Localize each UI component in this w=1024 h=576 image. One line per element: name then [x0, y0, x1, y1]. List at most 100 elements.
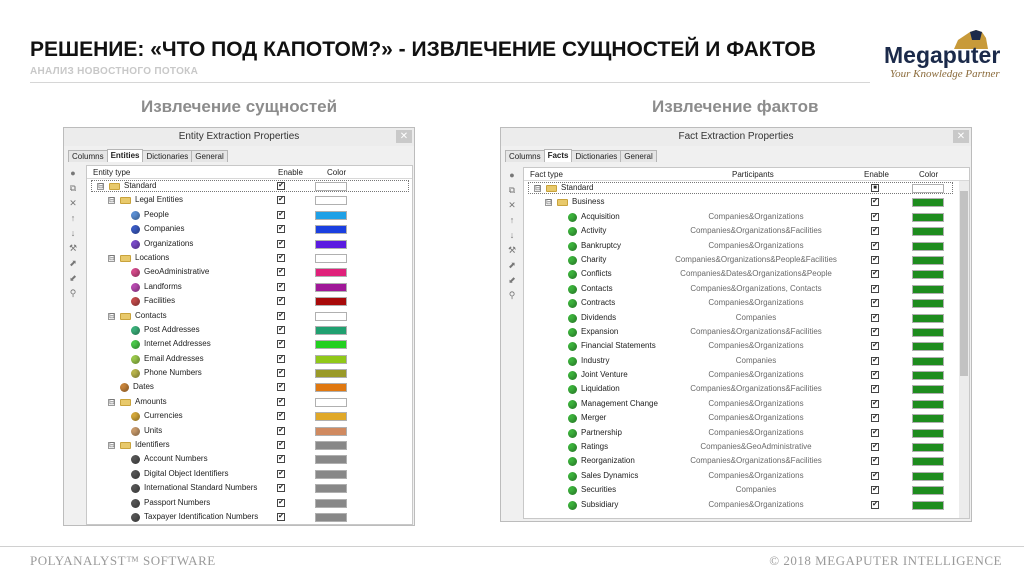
column-header-enable[interactable]: Enable: [864, 168, 889, 181]
enable-checkbox[interactable]: ✔: [277, 210, 285, 219]
move-up-icon[interactable]: ↑: [64, 211, 82, 226]
color-swatch[interactable]: [315, 455, 347, 465]
enable-checkbox[interactable]: ✔: [871, 500, 879, 509]
enable-checkbox[interactable]: ✔: [871, 471, 879, 480]
enable-checkbox[interactable]: ✔: [871, 270, 879, 279]
color-swatch[interactable]: [315, 354, 347, 364]
color-swatch[interactable]: [912, 471, 944, 481]
enable-checkbox[interactable]: ✔: [871, 313, 879, 322]
copy-icon[interactable]: ⧉: [64, 181, 82, 196]
tree-row[interactable]: Joint Venture Companies&Organizations ✔: [524, 368, 969, 382]
color-swatch[interactable]: [315, 441, 347, 451]
color-swatch[interactable]: [912, 270, 944, 280]
tab-columns[interactable]: Columns: [505, 150, 545, 162]
enable-checkbox[interactable]: ✔: [277, 484, 285, 493]
color-swatch[interactable]: [315, 484, 347, 494]
color-swatch[interactable]: [315, 210, 347, 220]
tree-row[interactable]: Contacts Companies&Organizations, Contact…: [524, 282, 969, 296]
tree-row[interactable]: Digital Object Identifiers ✔: [87, 467, 412, 481]
import-icon[interactable]: ⬈: [64, 256, 82, 271]
tree-row[interactable]: Taxpayer Identification Numbers ✔: [87, 510, 412, 524]
tree-row[interactable]: Landforms ✔: [87, 280, 412, 294]
enable-checkbox[interactable]: ✔: [871, 327, 879, 336]
enable-checkbox[interactable]: ✔: [871, 255, 879, 264]
enable-checkbox[interactable]: ✔: [277, 455, 285, 464]
color-swatch[interactable]: [912, 212, 944, 222]
color-swatch[interactable]: [912, 284, 944, 294]
enable-checkbox[interactable]: ✔: [871, 356, 879, 365]
color-swatch[interactable]: [912, 371, 944, 381]
color-swatch[interactable]: [912, 385, 944, 395]
tree-row[interactable]: Contracts Companies&Organizations ✔: [524, 296, 969, 310]
add-icon[interactable]: ●: [503, 168, 521, 183]
color-swatch[interactable]: [912, 457, 944, 467]
tree-row[interactable]: ⊟ Contacts ✔: [87, 309, 412, 323]
move-up-icon[interactable]: ↑: [503, 213, 521, 228]
tree-row[interactable]: Reorganization Companies&Organizations&Fa…: [524, 454, 969, 468]
column-header-participants[interactable]: Participants: [732, 168, 774, 181]
enable-checkbox[interactable]: ✔: [871, 371, 879, 380]
export-icon[interactable]: ⬋: [64, 271, 82, 286]
enable-checkbox[interactable]: ✔: [871, 212, 879, 221]
color-swatch[interactable]: [315, 253, 347, 263]
enable-checkbox[interactable]: ✔: [277, 297, 285, 306]
enable-checkbox[interactable]: ✔: [871, 299, 879, 308]
tree-row[interactable]: Ratings Companies&GeoAdministrative ✔: [524, 440, 969, 454]
tree-row[interactable]: Passport Numbers ✔: [87, 496, 412, 510]
tree-row[interactable]: Internet Addresses ✔: [87, 337, 412, 351]
tree-row[interactable]: Management Change Companies&Organizations…: [524, 397, 969, 411]
enable-checkbox[interactable]: ✔: [277, 354, 285, 363]
enable-checkbox[interactable]: ✔: [871, 443, 879, 452]
tree-row[interactable]: ⊟ Identifiers ✔: [87, 438, 412, 452]
tree-row[interactable]: Post Addresses ✔: [87, 323, 412, 337]
color-swatch[interactable]: [315, 311, 347, 321]
enable-checkbox[interactable]: ✔: [871, 227, 879, 236]
color-swatch[interactable]: [912, 227, 944, 237]
close-button[interactable]: ✕: [953, 130, 969, 143]
tree-row[interactable]: ⊟ Standard ■: [524, 181, 969, 195]
color-swatch[interactable]: [315, 469, 347, 479]
tree-row[interactable]: Sales Dynamics Companies&Organizations ✔: [524, 469, 969, 483]
enable-checkbox[interactable]: ✔: [277, 325, 285, 334]
color-swatch[interactable]: [315, 512, 347, 522]
color-swatch[interactable]: [912, 443, 944, 453]
enable-checkbox[interactable]: ✔: [277, 383, 285, 392]
color-swatch[interactable]: [912, 356, 944, 366]
tree-row[interactable]: Organizations ✔: [87, 237, 412, 251]
enable-checkbox[interactable]: ✔: [871, 399, 879, 408]
tree-row[interactable]: Companies ✔: [87, 222, 412, 236]
export-icon[interactable]: ⬋: [503, 273, 521, 288]
color-swatch[interactable]: [912, 241, 944, 251]
enable-checkbox[interactable]: ✔: [871, 342, 879, 351]
tree-row[interactable]: Industry Companies ✔: [524, 354, 969, 368]
enable-checkbox[interactable]: ✔: [277, 239, 285, 248]
tree-row[interactable]: Conflicts Companies&Dates&Organizations&P…: [524, 267, 969, 281]
tree-row[interactable]: Acquisition Companies&Organizations ✔: [524, 210, 969, 224]
collapse-icon[interactable]: ⊟: [108, 254, 115, 262]
color-swatch[interactable]: [912, 198, 944, 208]
color-swatch[interactable]: [315, 225, 347, 235]
color-swatch[interactable]: [912, 414, 944, 424]
color-swatch[interactable]: [912, 500, 944, 510]
tree-row[interactable]: Facilities ✔: [87, 294, 412, 308]
color-swatch[interactable]: [912, 299, 944, 309]
enable-checkbox[interactable]: ✔: [277, 253, 285, 262]
enable-checkbox[interactable]: ✔: [871, 284, 879, 293]
tab-entities[interactable]: Entities: [106, 149, 144, 162]
color-swatch[interactable]: [315, 340, 347, 350]
enable-checkbox[interactable]: ✔: [277, 397, 285, 406]
color-swatch[interactable]: [912, 327, 944, 337]
tree-row[interactable]: Liquidation Companies&Organizations&Facil…: [524, 382, 969, 396]
column-header-color[interactable]: Color: [919, 168, 938, 181]
add-icon[interactable]: ●: [64, 166, 82, 181]
color-swatch[interactable]: [912, 313, 944, 323]
tree-row[interactable]: Dates ✔: [87, 380, 412, 394]
enable-checkbox[interactable]: ✔: [277, 498, 285, 507]
color-swatch[interactable]: [315, 268, 347, 278]
close-button[interactable]: ✕: [396, 130, 412, 143]
enable-checkbox[interactable]: ✔: [871, 241, 879, 250]
color-swatch[interactable]: [912, 399, 944, 409]
tree-row[interactable]: Phone Numbers ✔: [87, 366, 412, 380]
scrollbar-thumb[interactable]: [960, 191, 968, 376]
enable-checkbox[interactable]: ✔: [277, 268, 285, 277]
